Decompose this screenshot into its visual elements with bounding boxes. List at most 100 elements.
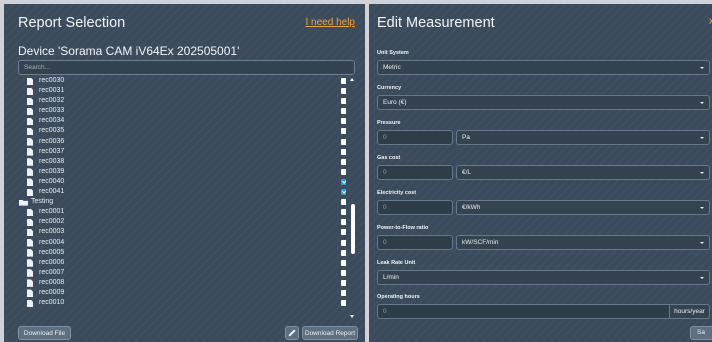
tree-item-checkbox[interactable] — [341, 259, 346, 266]
tree-item-checkbox[interactable] — [341, 199, 346, 206]
tree-item[interactable]: rec0009 — [18, 288, 346, 298]
currency-select[interactable]: Euro (€) — [377, 95, 710, 110]
file-icon — [27, 168, 33, 176]
tree-item-checkbox[interactable] — [341, 189, 346, 196]
download-file-button[interactable]: Download File — [18, 326, 71, 340]
tree-item-checkbox[interactable] — [341, 78, 346, 84]
tree-item-checkbox[interactable] — [341, 118, 346, 125]
tree-item[interactable]: rec0006 — [18, 258, 346, 268]
scroll-down-arrow-icon[interactable] — [350, 315, 354, 318]
download-report-button[interactable]: Download Report — [302, 326, 358, 340]
tree-item-checkbox[interactable] — [341, 249, 346, 256]
tree-item[interactable]: rec0037 — [18, 147, 346, 157]
tree-item[interactable]: rec0040 — [18, 177, 346, 187]
file-icon — [27, 208, 33, 217]
electricity-cost-input[interactable]: 0 — [377, 200, 453, 215]
operating-hours-input[interactable]: 0 — [377, 304, 670, 319]
tree-item[interactable]: rec0033 — [18, 106, 346, 116]
tree-item[interactable]: rec0038 — [18, 157, 346, 167]
tree-item[interactable]: rec0035 — [18, 126, 346, 136]
tree-item[interactable]: rec0001 — [18, 207, 346, 217]
chevron-down-icon — [700, 276, 704, 279]
file-icon — [27, 178, 33, 186]
tree-item-checkbox[interactable] — [341, 158, 346, 165]
power-to-flow-unit-select[interactable]: kW/SCF/min — [456, 235, 710, 250]
file-icon — [27, 218, 33, 227]
tree-item-label: rec0032 — [39, 97, 65, 105]
tree-item-checkbox[interactable] — [341, 229, 346, 236]
power-to-flow-input[interactable]: 0 — [377, 235, 453, 250]
pencil-icon — [288, 329, 296, 337]
tree-item-checkbox[interactable] — [341, 128, 346, 135]
recording-tree: rec0030 rec0031 rec0032 rec0033 rec0034 rec00… — [18, 76, 346, 314]
pressure-input[interactable]: 0 — [377, 130, 453, 145]
tree-item[interactable]: rec0036 — [18, 137, 346, 147]
tree-item-checkbox[interactable] — [341, 279, 346, 286]
tree-item-checkbox[interactable] — [341, 148, 346, 155]
tree-item-checkbox[interactable] — [341, 209, 346, 216]
scrollbar-thumb[interactable] — [350, 204, 355, 254]
file-icon — [27, 228, 33, 237]
tree-item-label: rec0038 — [39, 157, 65, 165]
tree-item[interactable]: rec0008 — [18, 278, 346, 288]
tree-item[interactable]: rec0004 — [18, 238, 346, 248]
tree-item[interactable]: rec0034 — [18, 116, 346, 126]
file-icon — [27, 138, 33, 146]
tree-item-label: rec0002 — [39, 218, 65, 226]
tree-item-checkbox[interactable] — [341, 219, 346, 226]
tree-item-checkbox[interactable] — [341, 98, 346, 105]
electricity-cost-unit-value: €/kWh — [462, 204, 481, 211]
tree-item[interactable]: rec0030 — [18, 76, 346, 86]
tree-item-label: rec0030 — [39, 77, 65, 84]
edit-button[interactable] — [285, 326, 299, 340]
tree-item-checkbox[interactable] — [341, 269, 346, 276]
search-input[interactable] — [18, 60, 355, 75]
chevron-down-icon — [700, 66, 704, 69]
operating-hours-label: Operating hours — [377, 294, 420, 300]
tree-item[interactable]: rec0002 — [18, 217, 346, 227]
tree-item-label: rec0010 — [39, 299, 65, 307]
tree-scrollbar[interactable] — [350, 76, 355, 318]
file-icon — [27, 158, 33, 166]
gas-cost-unit-value: €/L — [462, 169, 472, 176]
help-link[interactable]: I need help — [306, 17, 356, 28]
tree-item-checkbox[interactable] — [341, 168, 346, 175]
currency-value: Euro (€) — [383, 99, 407, 106]
tree-item[interactable]: rec0007 — [18, 268, 346, 278]
tree-item[interactable]: rec0032 — [18, 96, 346, 106]
save-button[interactable]: Sa — [690, 326, 712, 340]
tree-item-checkbox[interactable] — [341, 300, 346, 307]
tree-item-label: rec0034 — [39, 117, 65, 125]
tree-item-checkbox[interactable] — [341, 239, 346, 246]
tree-item-checkbox[interactable] — [341, 138, 346, 145]
unit-system-select[interactable]: Metric — [377, 60, 710, 75]
tree-item-label: Testing — [31, 198, 54, 206]
tree-item-checkbox[interactable] — [341, 88, 346, 95]
leak-rate-unit-select[interactable]: L/min — [377, 270, 710, 285]
leak-rate-unit-value: L/min — [383, 274, 399, 281]
tree-item[interactable]: rec0003 — [18, 227, 346, 237]
tree-item[interactable]: rec0010 — [18, 298, 346, 308]
pressure-label: Pressure — [377, 120, 401, 126]
tree-item-label: rec0008 — [39, 278, 65, 286]
scroll-up-arrow-icon[interactable] — [350, 78, 354, 81]
chevron-down-icon — [700, 241, 704, 244]
tree-folder[interactable]: Testing — [18, 197, 346, 207]
tree-item-checkbox[interactable] — [341, 108, 346, 115]
electricity-cost-unit-select[interactable]: €/kWh — [456, 200, 710, 215]
folder-open-icon — [19, 199, 28, 206]
tree-item[interactable]: rec0041 — [18, 187, 346, 197]
tree-item-label: rec0031 — [39, 87, 65, 95]
operating-hours-suffix: hours/year — [670, 304, 710, 319]
tree-item-label: rec0036 — [39, 137, 65, 145]
tree-item[interactable]: rec0005 — [18, 248, 346, 258]
tree-item-checkbox[interactable] — [341, 289, 346, 296]
tree-item[interactable]: rec0039 — [18, 167, 346, 177]
file-icon — [27, 249, 33, 257]
tree-item-checkbox[interactable] — [341, 178, 346, 185]
tree-item[interactable]: rec0031 — [18, 86, 346, 96]
gas-cost-input[interactable]: 0 — [377, 165, 453, 180]
edit-measurement-title: Edit Measurement — [377, 15, 495, 31]
gas-cost-unit-select[interactable]: €/L — [456, 165, 710, 180]
pressure-unit-select[interactable]: Pa — [456, 130, 710, 145]
